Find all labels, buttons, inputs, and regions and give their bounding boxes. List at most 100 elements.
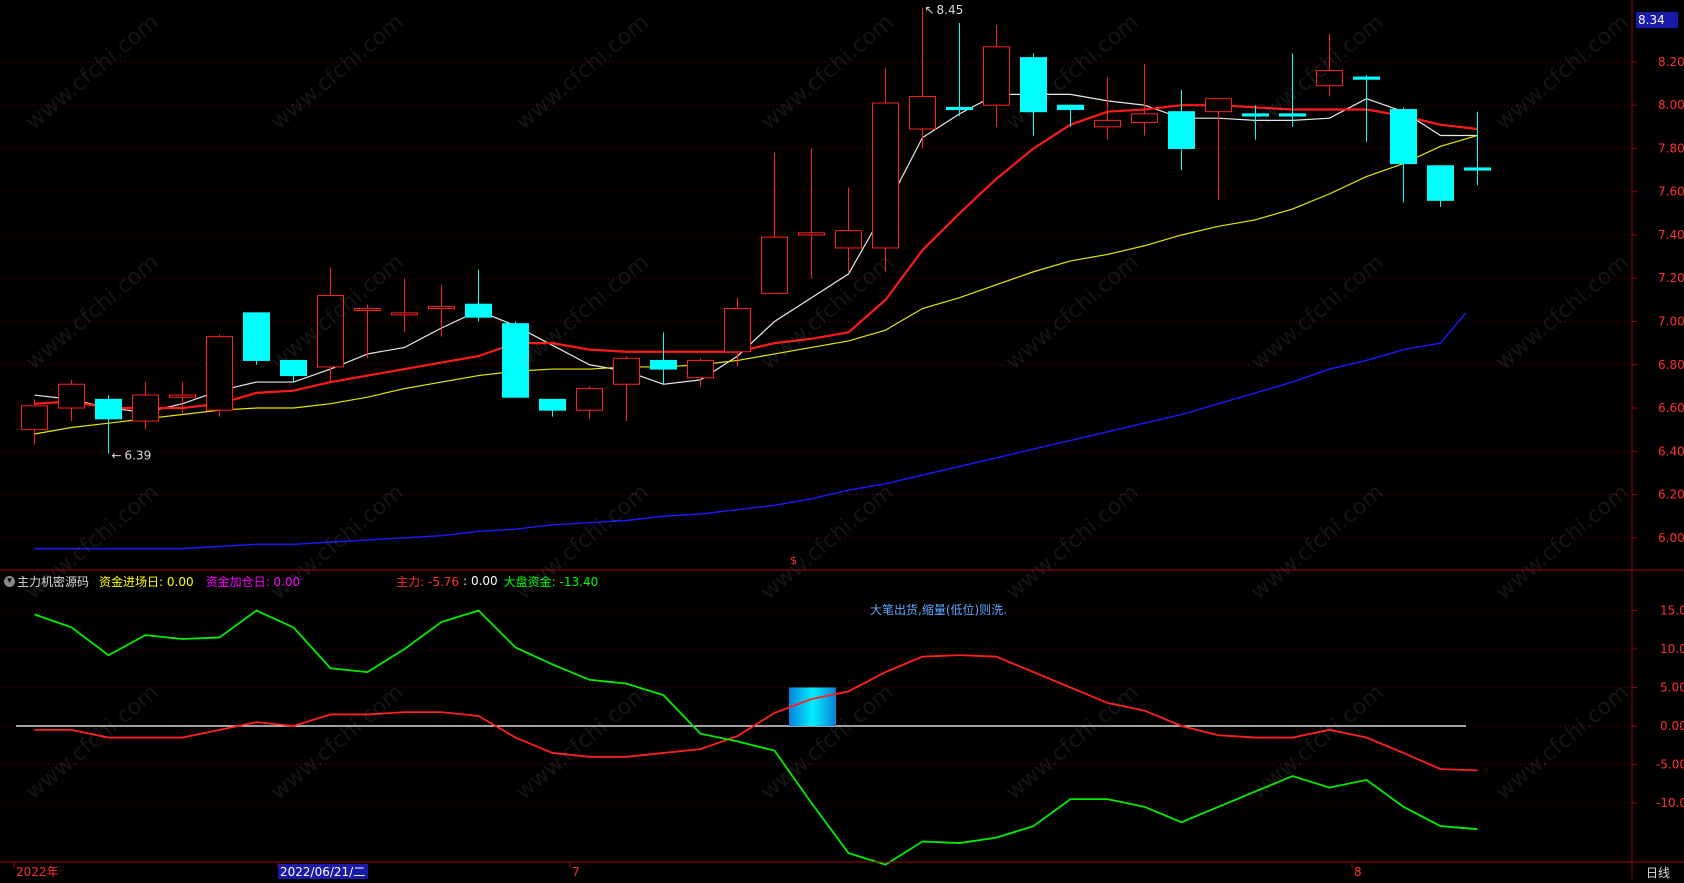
- axis-layer: 8.20 8.00 7.80 7.60 7.40 7.20 7.00 6.80 6.60 6.40…: [0, 0, 1684, 879]
- candle-body: [798, 232, 825, 236]
- candle-body: [761, 236, 788, 294]
- candle-body: [21, 405, 48, 431]
- candle: [1427, 165, 1454, 207]
- candle: [1168, 90, 1195, 171]
- candle-body: [613, 357, 640, 385]
- price-tick-label: 7.60: [1658, 185, 1684, 199]
- candle: [391, 278, 418, 333]
- candle: [687, 358, 714, 387]
- candle: [909, 7, 936, 149]
- candle: [798, 148, 825, 279]
- candle: [243, 312, 270, 365]
- candle-body: [1205, 98, 1232, 113]
- candle: [946, 23, 973, 117]
- candle-body: [687, 359, 714, 379]
- candle: [1094, 77, 1121, 140]
- candle-body: [872, 102, 899, 249]
- candle-body: [1057, 104, 1084, 111]
- ma-line-ma10: [34, 104, 1478, 410]
- candle: [206, 334, 233, 417]
- indicator-layer: [16, 609, 1478, 866]
- candle-body: [428, 305, 455, 310]
- candle-body: [391, 312, 418, 316]
- price-tick-label: 6.60: [1658, 401, 1684, 415]
- candle: [613, 356, 640, 421]
- candle: [1205, 98, 1232, 201]
- candle-body: [280, 359, 307, 377]
- ma-line-ma20: [34, 134, 1478, 435]
- candlestick-layer: [21, 7, 1491, 454]
- candle-body: [983, 46, 1010, 106]
- candle-body: [169, 394, 196, 398]
- indicator-value-market: 大盘资金: -13.40: [503, 574, 599, 589]
- candle-body: [539, 398, 566, 411]
- candle-body: [1427, 165, 1454, 201]
- candle: [761, 152, 788, 294]
- candle: [983, 25, 1010, 127]
- price-tick-label: 7.20: [1658, 271, 1684, 285]
- candle-body: [1390, 109, 1417, 165]
- candle: [1020, 53, 1047, 136]
- indicator-tick-label: 5.00: [1660, 681, 1684, 695]
- candle: [872, 68, 899, 272]
- candle-body: [1020, 57, 1047, 113]
- indicator-name[interactable]: 主力机密源码: [17, 573, 89, 590]
- price-tick-label: 7.40: [1658, 228, 1684, 242]
- chart-stage[interactable]: 8.20 8.00 7.80 7.60 7.40 7.20 7.00 6.80 6.60 6.40…: [0, 0, 1684, 881]
- candle-body: [1316, 70, 1343, 87]
- candle-body: [1242, 113, 1269, 117]
- signal-note: 大笔出货,缩量(低位)则洗.: [870, 603, 1007, 617]
- price-tick-label: 8.20: [1658, 55, 1684, 69]
- candle-body: [1279, 113, 1306, 117]
- candle-body: [946, 106, 973, 111]
- signal-bar: [789, 687, 836, 726]
- candle-body: [1353, 76, 1380, 80]
- indicator-tick-label: 0.00: [1660, 719, 1684, 733]
- candle: [1131, 64, 1158, 136]
- candle: [428, 284, 455, 337]
- candle: [58, 379, 85, 421]
- candle-body: [58, 383, 85, 409]
- candle-body: [502, 323, 529, 398]
- candle: [1390, 107, 1417, 203]
- candle: [465, 269, 492, 322]
- candle: [502, 321, 529, 398]
- candle-body: [243, 312, 270, 361]
- candle: [169, 382, 196, 415]
- chart-canvas[interactable]: 8.20 8.00 7.80 7.60 7.40 7.20 7.00 6.80 6.60 6.40…: [0, 0, 1684, 879]
- candle-body: [206, 336, 233, 411]
- candle-body: [909, 96, 936, 130]
- candle: [1316, 33, 1343, 97]
- dividend-marker-icon: $: [790, 554, 797, 567]
- indicator-tick-label: 15.00: [1660, 604, 1684, 618]
- indicator-value-entry: 资金进场日: 0.00: [99, 574, 194, 589]
- candle-body: [95, 398, 122, 420]
- main-force-line: [34, 654, 1478, 772]
- candle: [576, 386, 603, 419]
- candle-body: [1464, 167, 1491, 171]
- max-arrow-icon: ↖: [925, 3, 935, 17]
- candle: [539, 398, 566, 417]
- candle-body: [835, 230, 862, 249]
- max-price-label: 8.45: [937, 3, 964, 17]
- indicator-header: ▾ 主力机密源码 资金进场日: 0.00 资金加仓日: 0.00 主力: -5.…: [4, 572, 600, 590]
- indicator-tick-label: 10.00: [1660, 642, 1684, 656]
- time-tick-label: 8: [1354, 865, 1362, 879]
- candle-body: [465, 303, 492, 318]
- candle: [317, 267, 344, 383]
- collapse-icon[interactable]: ▾: [4, 575, 15, 587]
- price-tick-label: 6.20: [1658, 488, 1684, 502]
- min-arrow-icon: ←: [112, 448, 122, 462]
- indicator-tick-label: -5.00: [1656, 758, 1684, 772]
- candle: [1242, 105, 1269, 140]
- candle-body: [1094, 119, 1121, 128]
- price-tick-label: 8.00: [1658, 98, 1684, 112]
- price-tick-label: 6.40: [1658, 444, 1684, 458]
- price-tick-label: 7.00: [1658, 315, 1684, 329]
- candle: [1057, 104, 1084, 127]
- price-tick-label: 6.80: [1658, 358, 1684, 372]
- indicator-value-main: 主力: -5.76: [396, 574, 460, 589]
- price-tick-label: 6.00: [1658, 531, 1684, 545]
- period-label[interactable]: 日线: [1646, 864, 1670, 881]
- candle-body: [576, 388, 603, 411]
